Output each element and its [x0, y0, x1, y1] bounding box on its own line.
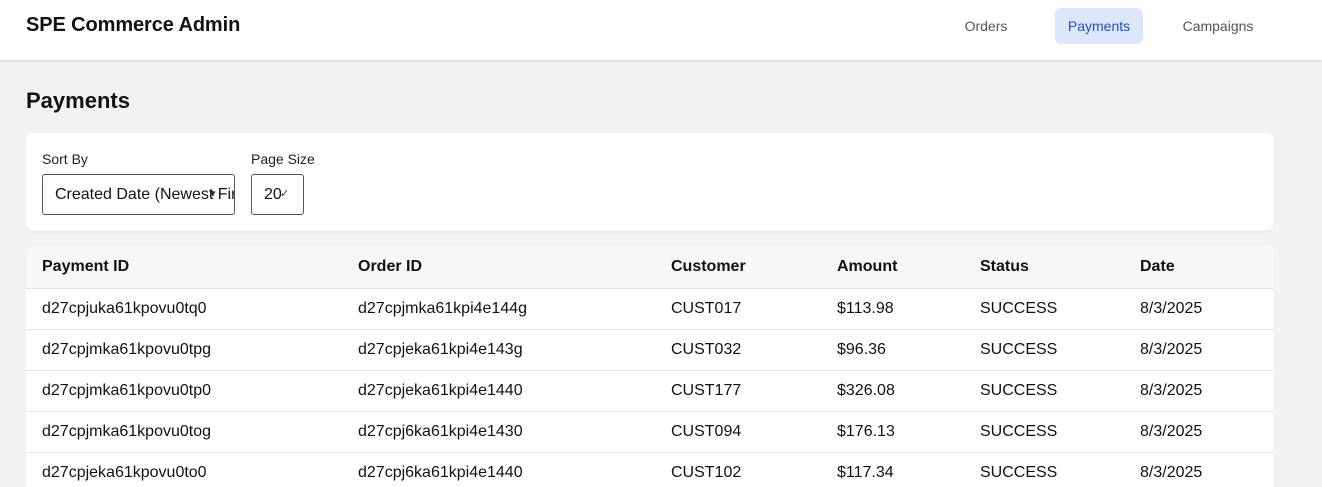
status-cell: SUCCESS	[964, 370, 1124, 412]
status-cell: SUCCESS	[964, 329, 1124, 371]
sort-by-value: Created Date (Newest First)	[55, 186, 235, 203]
payment-id-cell: d27cpjeka61kpovu0to0	[26, 452, 342, 487]
amount-cell: $176.13	[821, 411, 964, 453]
table-row[interactable]: d27cpjmka61kpovu0tp0 d27cpjeka61kpi4e144…	[26, 370, 1274, 412]
status-cell: SUCCESS	[964, 452, 1124, 487]
chevron-down-icon: ✓	[280, 188, 290, 200]
order-id-cell: d27cpjeka61kpi4e1440	[342, 370, 655, 412]
table-row[interactable]: d27cpjmka61kpovu0tpg d27cpjeka61kpi4e143…	[26, 329, 1274, 371]
date-cell: 8/3/2025	[1124, 452, 1274, 487]
amount-cell: $326.08	[821, 370, 964, 412]
column-header-status[interactable]: Status	[964, 247, 1124, 289]
payments-table: Payment ID Order ID Customer Amount Stat…	[26, 247, 1274, 487]
page-title: Payments	[26, 88, 130, 113]
app-title: SPE Commerce Admin	[26, 14, 241, 36]
customer-cell: CUST094	[655, 411, 821, 453]
column-header-order-id[interactable]: Order ID	[342, 247, 655, 289]
date-cell: 8/3/2025	[1124, 411, 1274, 453]
amount-cell: $117.34	[821, 452, 964, 487]
page-size-select[interactable]: 20 ✓	[251, 174, 304, 215]
table-header-row: Payment ID Order ID Customer Amount Stat…	[26, 247, 1274, 289]
date-cell: 8/3/2025	[1124, 329, 1274, 371]
date-cell: 8/3/2025	[1124, 288, 1274, 330]
sort-by-label: Sort By	[42, 151, 88, 167]
nav-campaigns[interactable]: Campaigns	[1172, 8, 1264, 44]
status-cell: SUCCESS	[964, 411, 1124, 453]
customer-cell: CUST017	[655, 288, 821, 330]
amount-cell: $113.98	[821, 288, 964, 330]
customer-cell: CUST102	[655, 452, 821, 487]
customer-cell: CUST177	[655, 370, 821, 412]
filter-panel: Sort By Created Date (Newest First) ▾ Pa…	[26, 133, 1274, 231]
sort-by-select[interactable]: Created Date (Newest First) ▾	[42, 174, 235, 215]
column-header-amount[interactable]: Amount	[821, 247, 964, 289]
order-id-cell: d27cpjeka61kpi4e143g	[342, 329, 655, 371]
order-id-cell: d27cpj6ka61kpi4e1440	[342, 452, 655, 487]
payment-id-cell: d27cpjmka61kpovu0tpg	[26, 329, 342, 371]
column-header-customer[interactable]: Customer	[655, 247, 821, 289]
payment-id-cell: d27cpjuka61kpovu0tq0	[26, 288, 342, 330]
nav-payments[interactable]: Payments	[1055, 8, 1143, 44]
column-header-payment-id[interactable]: Payment ID	[26, 247, 342, 289]
customer-cell: CUST032	[655, 329, 821, 371]
order-id-cell: d27cpj6ka61kpi4e1430	[342, 411, 655, 453]
chevron-down-icon: ▾	[210, 188, 216, 200]
column-header-date[interactable]: Date	[1124, 247, 1274, 289]
payment-id-cell: d27cpjmka61kpovu0tog	[26, 411, 342, 453]
page-size-label: Page Size	[251, 151, 315, 167]
order-id-cell: d27cpjmka61kpi4e144g	[342, 288, 655, 330]
status-cell: SUCCESS	[964, 288, 1124, 330]
table-row[interactable]: d27cpjuka61kpovu0tq0 d27cpjmka61kpi4e144…	[26, 288, 1274, 330]
table-row[interactable]: d27cpjmka61kpovu0tog d27cpj6ka61kpi4e143…	[26, 411, 1274, 453]
payment-id-cell: d27cpjmka61kpovu0tp0	[26, 370, 342, 412]
date-cell: 8/3/2025	[1124, 370, 1274, 412]
amount-cell: $96.36	[821, 329, 964, 371]
table-row[interactable]: d27cpjeka61kpovu0to0 d27cpj6ka61kpi4e144…	[26, 452, 1274, 487]
top-bar: SPE Commerce Admin Orders Payments Campa…	[0, 0, 1322, 60]
nav-orders[interactable]: Orders	[942, 8, 1030, 44]
